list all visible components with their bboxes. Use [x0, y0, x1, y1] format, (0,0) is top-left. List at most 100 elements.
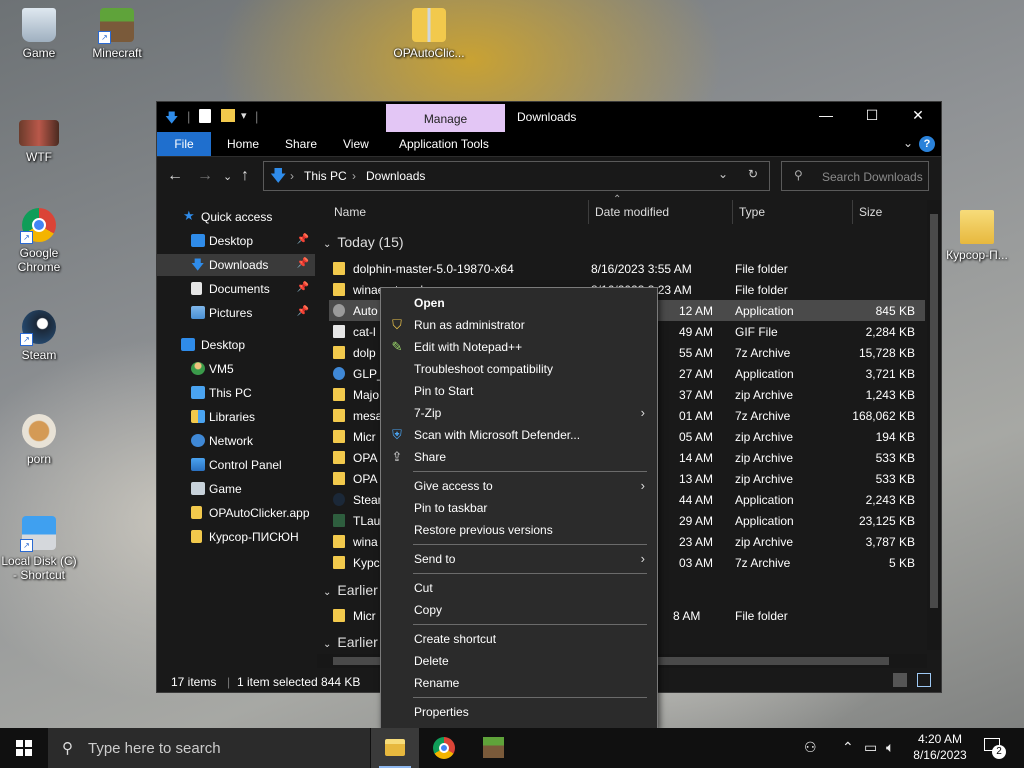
menu-item-run-as-admin[interactable]: ⛉ Run as administrator: [381, 314, 657, 336]
menu-item-rename[interactable]: Rename: [381, 672, 657, 694]
start-button[interactable]: [0, 728, 48, 768]
close-button[interactable]: ✕: [895, 107, 941, 124]
menu-item-troubleshoot[interactable]: Troubleshoot compatibility: [381, 358, 657, 380]
up-arrow-icon[interactable]: ↑: [241, 167, 249, 185]
search-box[interactable]: ⚲ Search Downloads: [781, 161, 929, 191]
desktop-icon-wtf[interactable]: WTF: [0, 120, 78, 164]
pin-icon[interactable]: 📌: [297, 282, 309, 293]
menu-item-send-to[interactable]: Send to ›: [381, 548, 657, 570]
desktop-icon-opautoclicker[interactable]: OPAutoClic...: [390, 8, 468, 60]
nav-desktop-pinned[interactable]: Desktop 📌: [157, 230, 315, 252]
menu-item-open[interactable]: Open: [381, 292, 657, 314]
new-folder-icon[interactable]: [221, 109, 235, 122]
taskbar-minecraft[interactable]: [469, 728, 517, 768]
desktop-icon-local-disk[interactable]: ↗ Local Disk (C) - Shortcut: [0, 516, 78, 582]
address-dropdown-icon[interactable]: ⌄: [718, 167, 728, 181]
vertical-scrollbar[interactable]: [927, 200, 941, 650]
taskbar-file-explorer[interactable]: [371, 728, 419, 768]
menu-item-restore-versions[interactable]: Restore previous versions: [381, 519, 657, 541]
expand-ribbon-icon[interactable]: ⌄: [903, 136, 913, 150]
menu-item-copy[interactable]: Copy: [381, 599, 657, 621]
menu-item-create-shortcut[interactable]: Create shortcut: [381, 628, 657, 650]
menu-item-delete[interactable]: Delete: [381, 650, 657, 672]
column-separator[interactable]: [588, 200, 589, 224]
taskbar-search-box[interactable]: ⚲ Type here to search: [48, 728, 370, 768]
details-view-icon[interactable]: [893, 673, 907, 687]
desktop-icon-steam[interactable]: ↗ Steam: [0, 310, 78, 362]
desktop-icon-minecraft[interactable]: ↗ Minecraft: [78, 8, 156, 60]
show-hidden-icons-chevron-icon[interactable]: ⌃: [842, 739, 854, 756]
recent-locations-icon[interactable]: ⌄: [223, 170, 232, 183]
search-input[interactable]: Search Downloads: [822, 170, 923, 184]
customize-quick-access-icon[interactable]: ▾: [241, 109, 247, 125]
people-icon[interactable]: ⚇: [804, 739, 817, 756]
nav-downloads[interactable]: 🡇 Downloads 📌: [157, 254, 315, 276]
menu-item-properties[interactable]: Properties: [381, 701, 657, 723]
system-clock[interactable]: 4:20 AM 8/16/2023: [900, 731, 980, 763]
title-bar[interactable]: 🡇 | ▾ | Manage Downloads — ☐ ✕: [157, 102, 941, 132]
home-tab[interactable]: Home: [227, 137, 259, 151]
properties-icon[interactable]: [199, 109, 211, 123]
refresh-icon[interactable]: ↻: [748, 167, 758, 181]
menu-item-pin-start[interactable]: Pin to Start: [381, 380, 657, 402]
file-tab[interactable]: File: [157, 132, 211, 156]
table-row[interactable]: dolphin-master-5.0-19870-x64 8/16/2023 3…: [329, 258, 925, 279]
pin-icon[interactable]: 📌: [297, 234, 309, 245]
desktop-icon-chrome[interactable]: ↗ Google Chrome: [0, 208, 78, 274]
view-tab[interactable]: View: [343, 137, 369, 151]
breadcrumb-this-pc[interactable]: This PC: [304, 169, 347, 183]
group-header-today[interactable]: ⌄ Today (15): [323, 234, 404, 250]
notification-center-button[interactable]: 2: [980, 736, 1008, 760]
taskbar-search-input[interactable]: Type here to search: [88, 740, 221, 757]
pin-icon[interactable]: 📌: [297, 258, 309, 269]
desktop-icon-cursor[interactable]: Курсор-П...: [936, 210, 1018, 262]
column-header-type[interactable]: Type: [739, 200, 765, 224]
column-header-name[interactable]: Name: [334, 200, 366, 224]
nav-game[interactable]: Game: [157, 478, 315, 500]
taskbar-chrome[interactable]: [420, 728, 468, 768]
volume-icon[interactable]: 🔈︎: [886, 739, 894, 756]
column-header-date[interactable]: Date modified: [595, 200, 669, 224]
breadcrumb-downloads[interactable]: Downloads: [366, 169, 425, 183]
menu-item-give-access[interactable]: Give access to ›: [381, 475, 657, 497]
column-header-size[interactable]: Size: [859, 200, 882, 224]
quick-access-down-icon[interactable]: 🡇: [165, 109, 178, 125]
nav-opautoclicker[interactable]: OPAutoClicker.app: [157, 502, 315, 524]
column-separator[interactable]: [732, 200, 733, 224]
nav-cursor[interactable]: Курсор-ПИСЮН: [157, 526, 315, 548]
nav-documents[interactable]: Documents 📌: [157, 278, 315, 300]
scrollbar-thumb[interactable]: [930, 214, 938, 608]
address-bar[interactable]: 🡇 › This PC › Downloads ⌄ ↻: [263, 161, 770, 191]
menu-item-share[interactable]: ⇪ Share: [381, 446, 657, 468]
nav-pictures[interactable]: Pictures 📌: [157, 302, 315, 324]
share-tab[interactable]: Share: [285, 137, 317, 151]
pin-icon[interactable]: 📌: [297, 306, 309, 317]
back-arrow-icon[interactable]: ←: [167, 167, 183, 185]
minimize-button[interactable]: —: [803, 107, 849, 123]
forward-arrow-icon[interactable]: →: [197, 167, 213, 185]
help-button[interactable]: ?: [919, 136, 935, 152]
nav-libraries[interactable]: Libraries: [157, 406, 315, 428]
menu-item-edit-notepad[interactable]: ✎ Edit with Notepad++: [381, 336, 657, 358]
nav-vm5[interactable]: VM5: [157, 358, 315, 380]
nav-quick-access[interactable]: ★ Quick access: [157, 206, 315, 228]
nav-desktop[interactable]: Desktop: [157, 334, 315, 356]
menu-item-7zip[interactable]: 7-Zip ›: [381, 402, 657, 424]
column-separator[interactable]: [852, 200, 853, 224]
network-icon[interactable]: ▭: [864, 739, 877, 756]
menu-item-scan-defender[interactable]: ⛨ Scan with Microsoft Defender...: [381, 424, 657, 446]
nav-network[interactable]: Network: [157, 430, 315, 452]
menu-item-pin-taskbar[interactable]: Pin to taskbar: [381, 497, 657, 519]
menu-item-label: Run as administrator: [414, 318, 525, 332]
maximize-button[interactable]: ☐: [849, 107, 895, 124]
nav-this-pc[interactable]: This PC: [157, 382, 315, 404]
large-icons-view-icon[interactable]: [917, 673, 931, 687]
menu-item-cut[interactable]: Cut: [381, 577, 657, 599]
desktop-icon-porn[interactable]: porn: [0, 414, 78, 466]
desktop-icon-game[interactable]: Game: [0, 8, 78, 60]
group-header-earlier[interactable]: ⌄ Earlier: [323, 582, 378, 598]
group-header-earlier-2[interactable]: ⌄ Earlier: [323, 634, 378, 650]
nav-control-panel[interactable]: Control Panel: [157, 454, 315, 476]
manage-tab[interactable]: Manage: [386, 104, 505, 132]
application-tools-tab[interactable]: Application Tools: [399, 137, 489, 151]
